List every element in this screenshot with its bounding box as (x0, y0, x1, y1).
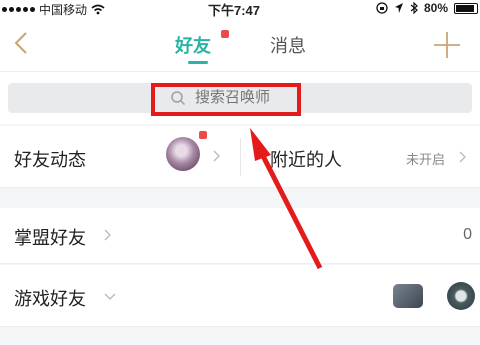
header: 好友 消息 (0, 18, 480, 72)
league-friends-count: 0 (463, 226, 472, 243)
signal-icon (2, 7, 35, 12)
tab-friends-badge (221, 30, 229, 38)
chevron-right-icon (459, 151, 466, 163)
status-left: 中国移动 (2, 1, 105, 18)
rotation-lock-icon (376, 2, 388, 14)
section-gap (0, 188, 480, 208)
game-friends-label: 游戏好友 (14, 289, 86, 309)
bluetooth-icon (410, 2, 418, 14)
nearby-people-label[interactable]: 附近的人 (270, 146, 342, 172)
tab-messages[interactable]: 消息 (270, 32, 306, 58)
wifi-icon (91, 4, 105, 15)
row-divider (240, 138, 241, 176)
nearby-status: 未开启 (406, 152, 446, 167)
friend-avatar[interactable] (166, 137, 200, 171)
battery-icon (454, 2, 478, 14)
battery-percent: 80% (423, 1, 448, 15)
status-right: 80% (376, 1, 478, 15)
tab-friends[interactable]: 好友 (175, 32, 211, 58)
friend-activity-label[interactable]: 好友动态 (14, 146, 86, 172)
game-icon[interactable] (447, 282, 475, 310)
status-time: 下午7:47 (208, 3, 261, 18)
league-friends-row[interactable]: 掌盟好友 0 (0, 208, 480, 264)
carrier-label: 中国移动 (39, 3, 88, 17)
game-icon[interactable] (393, 284, 423, 308)
location-icon (394, 3, 403, 13)
chevron-right-icon (213, 150, 220, 162)
status-bar: 中国移动 下午7:47 80% (0, 0, 480, 18)
chevron-down-icon (104, 293, 116, 300)
add-friend-icon[interactable] (432, 30, 462, 60)
friend-activity-badge (199, 131, 207, 139)
search-highlight-box (151, 83, 301, 116)
back-icon[interactable] (10, 30, 34, 56)
league-friends-label: 掌盟好友 (14, 228, 86, 248)
tab-active-indicator (188, 61, 208, 64)
chevron-right-icon (104, 229, 111, 241)
